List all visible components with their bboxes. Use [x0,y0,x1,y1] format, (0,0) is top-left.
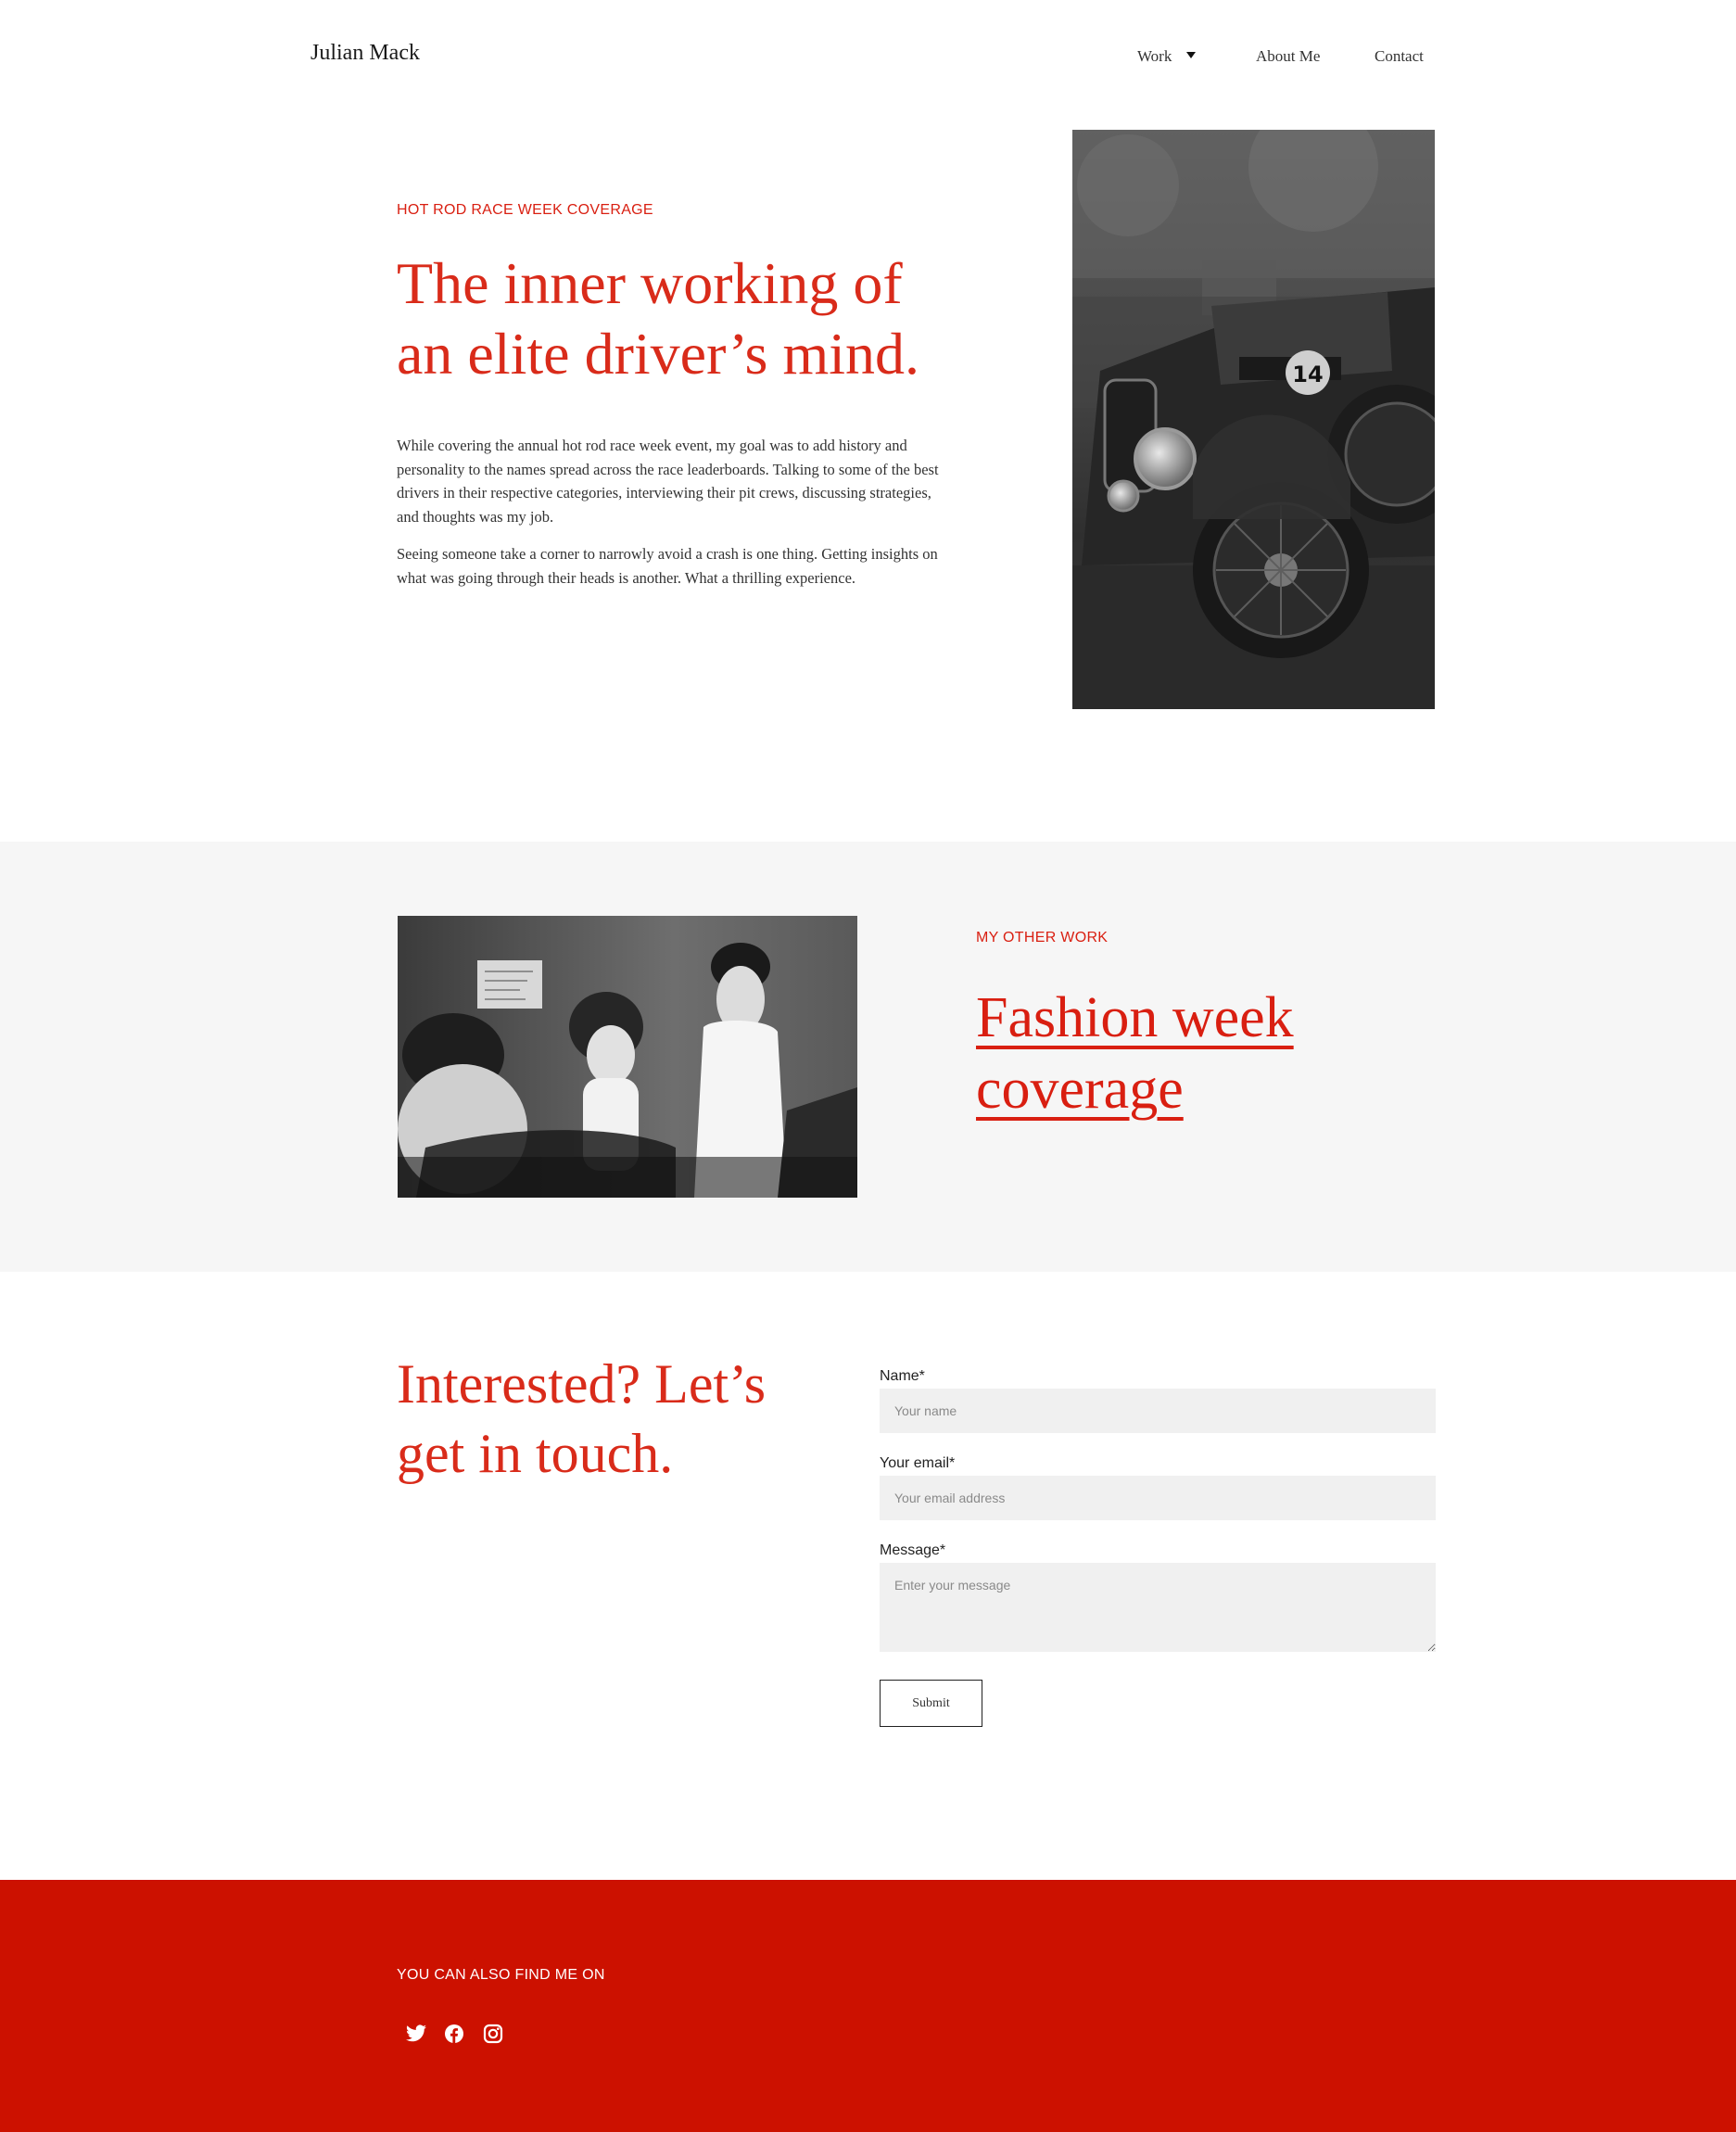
hero-paragraph-2: Seeing someone take a corner to narrowly… [397,545,938,587]
hot-rod-photo: 14 [1072,130,1435,709]
message-label: Message* [880,1542,946,1558]
footer [0,1880,1736,2132]
instagram-icon[interactable] [482,2023,504,2045]
twitter-icon[interactable] [405,2023,427,2045]
fashion-week-link[interactable]: Fashion week coverage [976,983,1365,1125]
fashion-week-photo[interactable] [398,916,857,1198]
email-input[interactable] [880,1476,1436,1520]
nav-item-about[interactable]: About Me [1256,47,1320,66]
nav-work-label: Work [1137,47,1172,65]
nav-item-work[interactable]: Work [1137,47,1197,66]
other-work-section [0,842,1736,1272]
site-brand[interactable]: Julian Mack [310,41,420,66]
caret-down-icon [1186,52,1197,58]
hero-title: The inner working of an elite driver’s m… [397,250,919,387]
other-work-eyebrow: MY OTHER WORK [976,930,1109,945]
submit-button[interactable]: Submit [880,1680,982,1727]
footer-heading: YOU CAN ALSO FIND ME ON [397,1967,605,1983]
hero-paragraph-1: While covering the annual hot rod race w… [397,437,939,526]
facebook-icon[interactable] [443,2023,465,2045]
name-label: Name* [880,1368,925,1384]
name-input[interactable] [880,1389,1436,1433]
nav-item-contact[interactable]: Contact [1375,47,1424,66]
car-number: 14 [1292,362,1323,387]
email-label: Your email* [880,1455,956,1471]
contact-title: Interested? Let’s get in touch. [397,1353,767,1484]
hero-eyebrow: HOT ROD RACE WEEK COVERAGE [397,202,653,218]
message-textarea[interactable] [880,1563,1436,1652]
